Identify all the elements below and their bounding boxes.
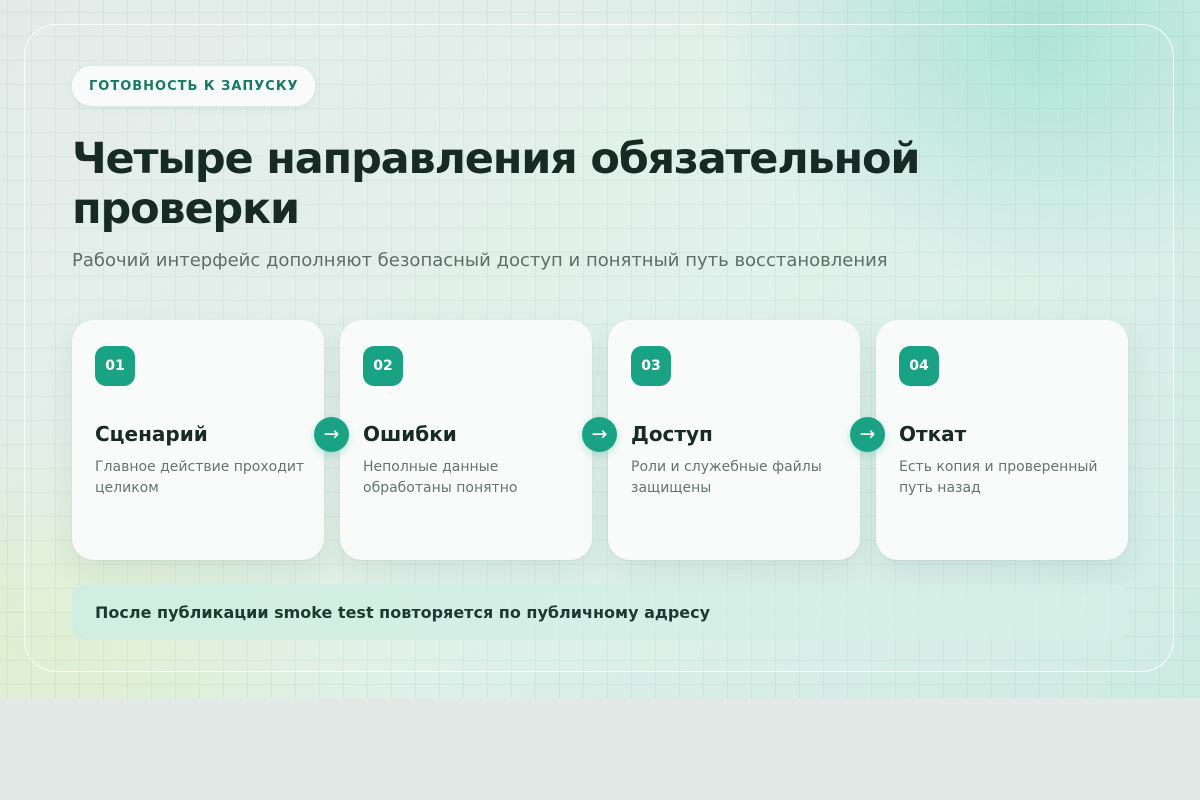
step-description: Роли и служебные файлы защищены xyxy=(631,459,822,496)
step-description: Главное действие проходит целиком xyxy=(95,459,305,496)
step-title: Сценарий xyxy=(95,422,208,446)
step-number-badge: 03 xyxy=(631,346,671,386)
step-number-badge: 04 xyxy=(899,346,939,386)
eyebrow-badge: ГОТОВНОСТЬ К ЗАПУСКУ xyxy=(72,66,316,106)
arrow-right-icon: → xyxy=(314,417,349,452)
step-card-errors: 02 Ошибки Неполные данные обработаны пон… xyxy=(340,320,592,560)
arrow-right-icon: → xyxy=(582,417,617,452)
slide-canvas: ГОТОВНОСТЬ К ЗАПУСКУ Четыре направления … xyxy=(0,0,1200,698)
page-subtitle: Рабочий интерфейс дополняют безопасный д… xyxy=(72,250,888,271)
step-description: Неполные данные обработаны понятно xyxy=(363,459,518,496)
step-card-access: 03 Доступ Роли и служебные файлы защищен… xyxy=(608,320,860,560)
smoke-test-note: После публикации smoke test повторяется … xyxy=(72,584,1128,640)
step-title: Откат xyxy=(899,422,967,446)
step-title: Доступ xyxy=(631,422,713,446)
page-title: Четыре направления обязательной проверки xyxy=(72,134,920,234)
step-title: Ошибки xyxy=(363,422,457,446)
step-card-rollback: 04 Откат Есть копия и проверенный путь н… xyxy=(876,320,1128,560)
step-number-badge: 01 xyxy=(95,346,135,386)
step-description: Есть копия и проверенный путь назад xyxy=(899,459,1098,496)
step-number-badge: 02 xyxy=(363,346,403,386)
arrow-right-icon: → xyxy=(850,417,885,452)
step-card-scenario: 01 Сценарий Главное действие проходит це… xyxy=(72,320,324,560)
